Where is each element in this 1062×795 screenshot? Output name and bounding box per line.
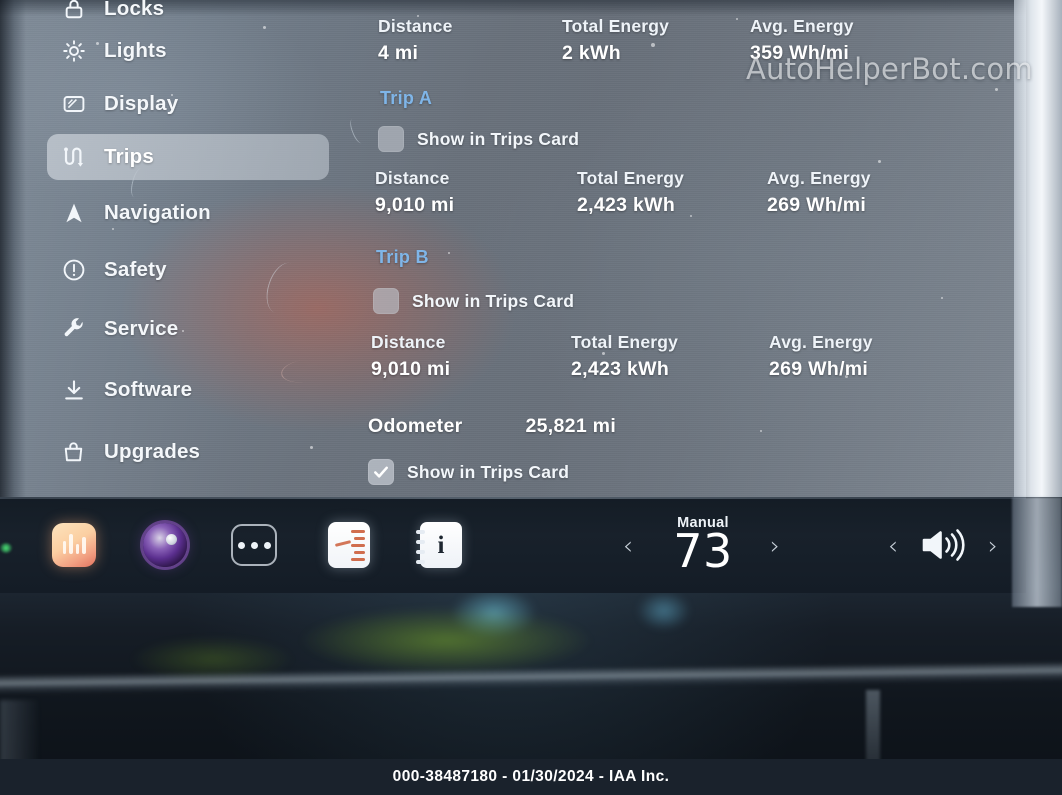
sidebar-item-label: Navigation bbox=[104, 201, 211, 224]
notes-icon[interactable] bbox=[323, 519, 375, 571]
avg-energy-value: 269 Wh/mi bbox=[767, 194, 867, 216]
distance-label: Distance bbox=[371, 332, 446, 352]
odometer-show-in-trips-card-checkbox[interactable]: Show in Trips Card bbox=[368, 459, 569, 485]
climate-increase-button[interactable]: › bbox=[762, 497, 788, 593]
display-icon bbox=[60, 91, 87, 118]
trip-a-distance: Distance 9,010 mi bbox=[375, 168, 577, 217]
wrench-icon bbox=[60, 316, 87, 343]
total-energy-label: Total Energy bbox=[562, 16, 670, 36]
total-energy-value: 2 kWh bbox=[562, 42, 621, 64]
checkbox-label: Show in Trips Card bbox=[412, 290, 575, 311]
avg-energy-label: Avg. Energy bbox=[769, 332, 873, 352]
trip-b-stats: Distance 9,010 mi Total Energy 2,423 kWh… bbox=[371, 332, 873, 381]
trips-icon bbox=[60, 144, 87, 171]
sidebar-item-label: Display bbox=[104, 92, 179, 115]
auction-footer-bar: 000-38487180 - 01/30/2024 - IAA Inc. bbox=[0, 759, 1062, 795]
volume-increase-button[interactable]: › bbox=[980, 497, 1006, 593]
trip-a-show-in-trips-card-checkbox[interactable]: Show in Trips Card bbox=[378, 126, 579, 152]
trip-a-total-energy: Total Energy 2,423 kWh bbox=[577, 168, 767, 217]
sidebar-item-label: Software bbox=[104, 378, 193, 401]
more-options-icon[interactable] bbox=[228, 519, 280, 571]
odometer-value: 25,821 mi bbox=[525, 415, 617, 437]
lock-icon bbox=[60, 0, 87, 23]
auction-footer-text: 000-38487180 - 01/30/2024 - IAA Inc. bbox=[392, 768, 670, 785]
checkbox-label: Show in Trips Card bbox=[417, 128, 580, 149]
screen-right-lower-bezel bbox=[1012, 497, 1062, 607]
total-energy-value: 2,423 kWh bbox=[571, 358, 670, 380]
trip-a-stats: Distance 9,010 mi Total Energy 2,423 kWh… bbox=[375, 168, 871, 217]
trip-a-title: Trip A bbox=[380, 88, 433, 108]
checkbox-box-checked bbox=[368, 459, 394, 485]
taskbar-divider bbox=[0, 497, 1026, 499]
avg-energy-label: Avg. Energy bbox=[750, 16, 854, 36]
sidebar-item-label: Safety bbox=[104, 258, 167, 281]
climate-temperature: 73 bbox=[673, 523, 733, 578]
vehicle-touchscreen: Locks Lights Display Trips Navigation Sa… bbox=[0, 0, 1062, 497]
sidebar-item-label: Locks bbox=[104, 0, 165, 20]
current-trip-distance: Distance 4 mi bbox=[378, 16, 562, 65]
avg-energy-label: Avg. Energy bbox=[767, 168, 871, 188]
avg-energy-value: 359 Wh/mi bbox=[750, 42, 850, 64]
trip-a-avg-energy: Avg. Energy 269 Wh/mi bbox=[767, 168, 871, 217]
sidebar-item-navigation[interactable]: Navigation bbox=[47, 190, 329, 236]
bottom-taskbar: i ‹ Manual 73 › ‹ › bbox=[0, 497, 1026, 593]
current-trip-total-energy: Total Energy 2 kWh bbox=[562, 16, 750, 65]
warning-icon bbox=[60, 257, 87, 284]
media-icon[interactable] bbox=[48, 519, 100, 571]
volume-icon[interactable] bbox=[912, 497, 978, 593]
download-icon bbox=[60, 377, 87, 404]
sidebar-item-display[interactable]: Display bbox=[47, 81, 329, 127]
sidebar-item-label: Upgrades bbox=[104, 440, 201, 463]
climate-control[interactable]: Manual 73 bbox=[640, 497, 766, 593]
checkbox-box bbox=[378, 126, 404, 152]
distance-value: 9,010 mi bbox=[371, 358, 451, 380]
volume-decrease-button[interactable]: ‹ bbox=[880, 497, 906, 593]
current-trip-stats: Distance 4 mi Total Energy 2 kWh Avg. En… bbox=[378, 16, 854, 65]
odometer-row: Odometer 25,821 mi bbox=[368, 415, 616, 438]
checkbox-box bbox=[373, 288, 399, 314]
distance-label: Distance bbox=[378, 16, 453, 36]
distance-value: 4 mi bbox=[378, 42, 419, 64]
checkbox-label: Show in Trips Card bbox=[407, 461, 570, 482]
current-trip-avg-energy: Avg. Energy 359 Wh/mi bbox=[750, 16, 854, 65]
odometer-label: Odometer bbox=[368, 415, 463, 437]
sidebar-item-label: Service bbox=[104, 317, 179, 340]
sidebar-item-label: Trips bbox=[104, 145, 154, 168]
settings-sidebar[interactable]: Locks Lights Display Trips Navigation Sa… bbox=[0, 0, 340, 497]
total-energy-label: Total Energy bbox=[577, 168, 685, 188]
climate-decrease-button[interactable]: ‹ bbox=[615, 497, 641, 593]
avg-energy-value: 269 Wh/mi bbox=[769, 358, 869, 380]
trip-b-show-in-trips-card-checkbox[interactable]: Show in Trips Card bbox=[373, 288, 574, 314]
info-card-icon[interactable]: i bbox=[415, 519, 467, 571]
distance-label: Distance bbox=[375, 168, 450, 188]
total-energy-value: 2,423 kWh bbox=[577, 194, 676, 216]
sidebar-item-service[interactable]: Service bbox=[47, 306, 329, 352]
distance-value: 9,010 mi bbox=[375, 194, 455, 216]
trip-b-total-energy: Total Energy 2,423 kWh bbox=[571, 332, 769, 381]
sidebar-item-lights[interactable]: Lights bbox=[47, 28, 329, 74]
sidebar-item-upgrades[interactable]: Upgrades bbox=[47, 429, 329, 475]
trips-settings-panel: Distance 4 mi Total Energy 2 kWh Avg. En… bbox=[340, 0, 1026, 497]
trip-b-avg-energy: Avg. Energy 269 Wh/mi bbox=[769, 332, 873, 381]
screenshot-root: Locks Lights Display Trips Navigation Sa… bbox=[0, 0, 1062, 795]
sun-icon bbox=[60, 38, 87, 65]
trip-b-distance: Distance 9,010 mi bbox=[371, 332, 571, 381]
sidebar-item-trips[interactable]: Trips bbox=[47, 134, 329, 180]
total-energy-label: Total Energy bbox=[571, 332, 679, 352]
screen-right-bezel-glare bbox=[1014, 0, 1062, 497]
sidebar-item-label: Lights bbox=[104, 39, 167, 62]
sidebar-item-safety[interactable]: Safety bbox=[47, 247, 329, 293]
navigation-icon bbox=[60, 200, 87, 227]
trip-b-title: Trip B bbox=[376, 247, 429, 267]
sidebar-item-software[interactable]: Software bbox=[47, 367, 329, 413]
indicator-light bbox=[0, 543, 12, 553]
check-icon bbox=[374, 466, 388, 478]
bag-icon bbox=[60, 439, 87, 466]
camera-icon[interactable] bbox=[139, 519, 191, 571]
